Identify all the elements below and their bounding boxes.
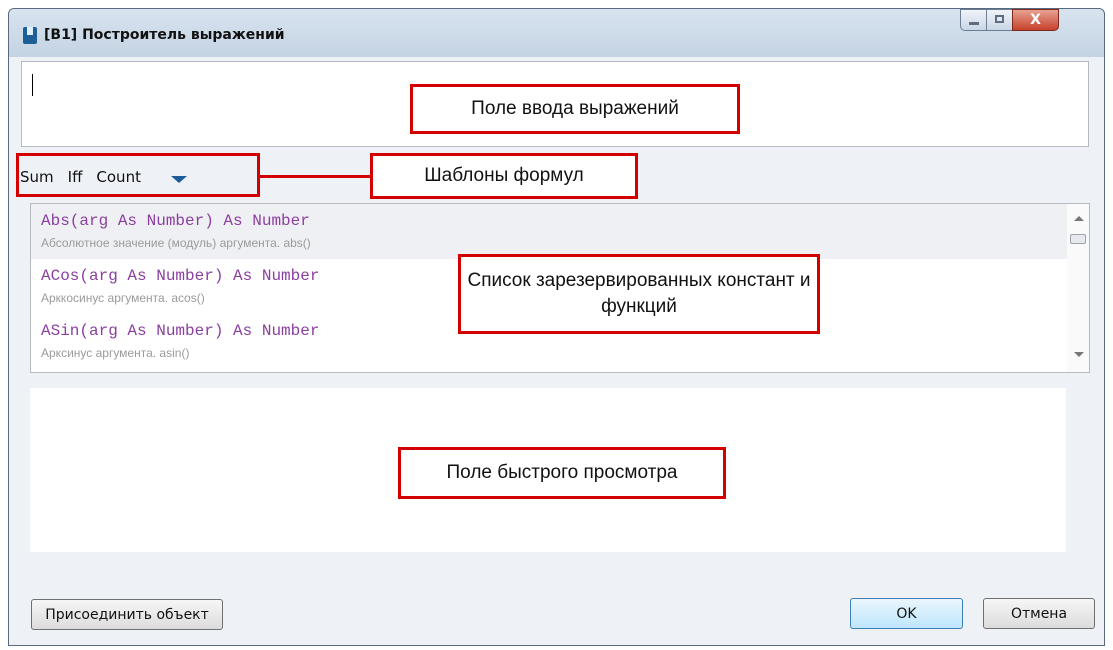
- scroll-thumb[interactable]: [1070, 234, 1086, 244]
- ok-button[interactable]: OK: [850, 598, 963, 629]
- annotation-functions-list: Список зарезервированных констант и функ…: [458, 254, 820, 334]
- list-item[interactable]: Abs(arg As Number) As Number Абсолютное …: [31, 204, 1067, 259]
- list-scrollbar[interactable]: [1067, 204, 1089, 372]
- annotation-templates-highlight: [16, 153, 260, 197]
- maximize-button[interactable]: [986, 9, 1013, 31]
- annotation-connector-line: [260, 175, 370, 178]
- function-description: Арккосинус аргумента. acos(): [41, 291, 205, 305]
- function-description: Абсолютное значение (модуль) аргумента. …: [41, 236, 311, 250]
- annotation-preview-field: Поле быстрого просмотра: [398, 447, 726, 499]
- minimize-icon: [969, 22, 979, 25]
- close-icon: X: [1030, 12, 1041, 28]
- title-bar[interactable]: [B1] Построитель выражений X: [9, 9, 1104, 57]
- scroll-down-icon[interactable]: [1074, 352, 1084, 357]
- function-signature: ACos(arg As Number) As Number: [41, 267, 320, 285]
- attach-object-button[interactable]: Присоединить объект: [31, 599, 223, 630]
- function-signature: ASin(arg As Number) As Number: [41, 322, 320, 340]
- minimize-button[interactable]: [960, 9, 987, 31]
- function-description: Арксинус аргумента. asin(): [41, 346, 190, 360]
- cancel-button[interactable]: Отмена: [983, 598, 1095, 629]
- annotation-expression-field: Поле ввода выражений: [410, 84, 740, 134]
- maximize-icon: [995, 15, 1004, 23]
- window-title: [B1] Построитель выражений: [44, 27, 285, 43]
- close-button[interactable]: X: [1012, 9, 1059, 31]
- function-signature: Abs(arg As Number) As Number: [41, 212, 310, 230]
- scroll-up-icon[interactable]: [1074, 216, 1084, 221]
- app-icon: [23, 27, 37, 44]
- text-caret: [32, 74, 33, 96]
- annotation-templates: Шаблоны формул: [370, 153, 638, 199]
